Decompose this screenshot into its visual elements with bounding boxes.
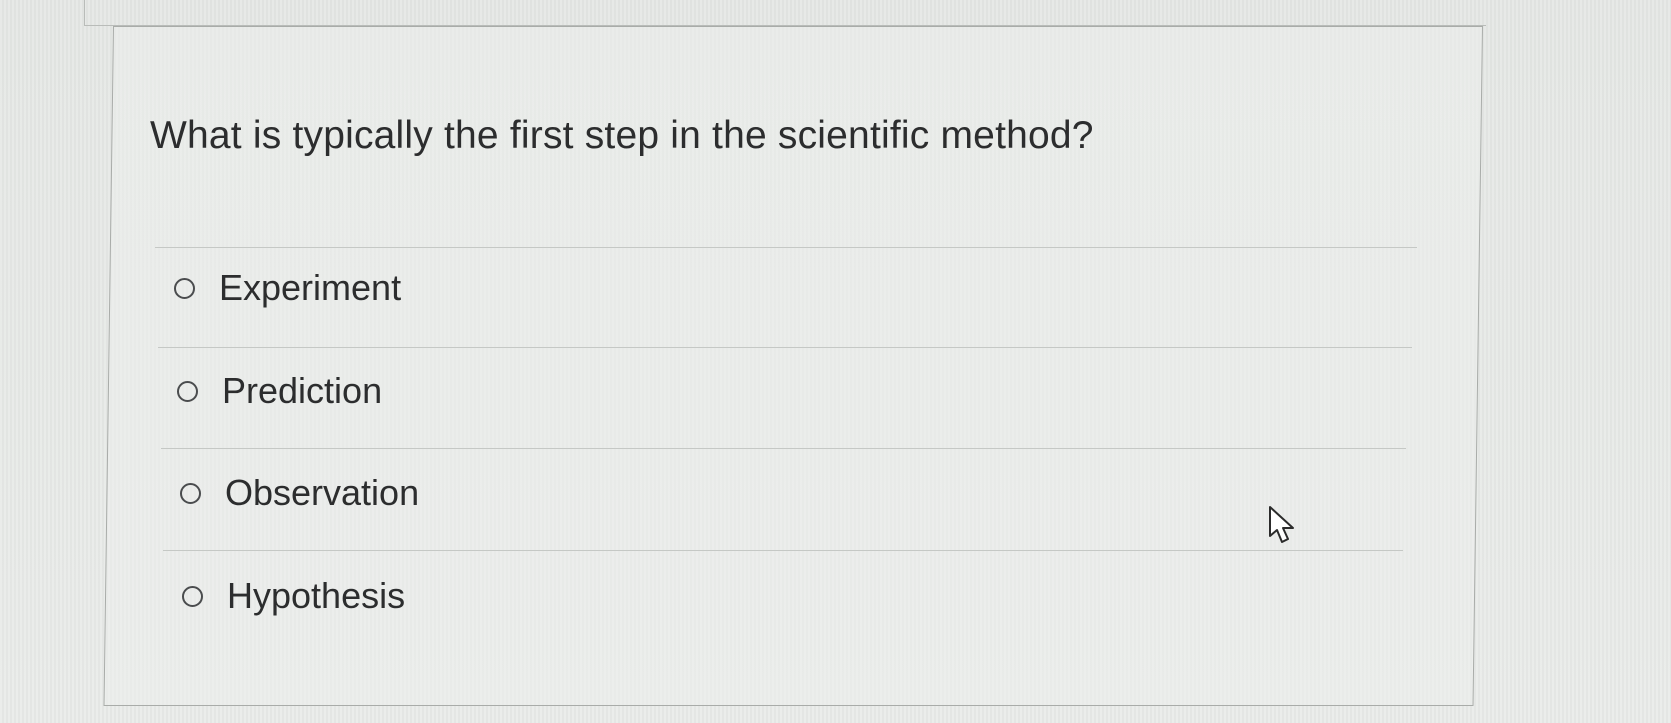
answer-option-experiment[interactable]: Experiment <box>174 267 401 309</box>
option-divider <box>161 448 1406 449</box>
answer-option-hypothesis[interactable]: Hypothesis <box>182 575 405 617</box>
option-label: Observation <box>225 472 420 513</box>
radio-button-icon[interactable] <box>177 380 198 402</box>
mouse-pointer-icon <box>1269 506 1294 543</box>
question-text: What is typically the first step in the … <box>150 114 1094 157</box>
previous-card-edge <box>84 0 1486 26</box>
question-divider <box>155 247 1417 248</box>
option-divider <box>163 550 1403 551</box>
answer-option-prediction[interactable]: Prediction <box>177 370 382 412</box>
radio-button-icon[interactable] <box>180 482 201 504</box>
option-divider <box>158 347 1412 348</box>
answer-option-observation[interactable]: Observation <box>180 472 419 514</box>
radio-button-icon[interactable] <box>182 585 203 607</box>
option-label: Experiment <box>219 267 402 308</box>
option-label: Hypothesis <box>227 575 406 616</box>
option-label: Prediction <box>222 370 383 411</box>
radio-button-icon[interactable] <box>174 277 195 299</box>
